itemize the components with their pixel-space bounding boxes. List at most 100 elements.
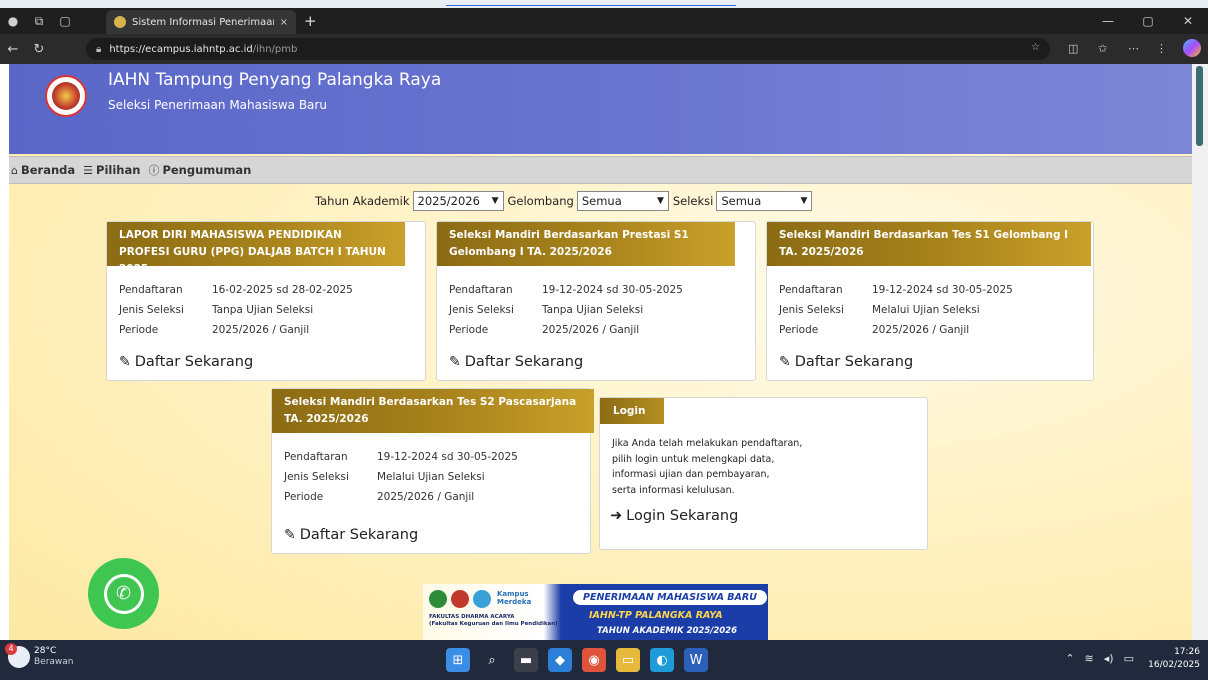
copilot-taskbar-icon[interactable]: ◆ [548, 648, 572, 672]
clock[interactable]: 17:26 16/02/2025 [1148, 646, 1200, 672]
menu-icon[interactable]: ⋮ [1156, 42, 1167, 55]
start-icon[interactable]: ⊞ [446, 648, 470, 672]
daftar-sekarang-button[interactable]: ✎ Daftar Sekarang [449, 354, 583, 370]
new-tab-button[interactable]: + [304, 12, 317, 30]
daftar-label: Daftar Sekarang [464, 354, 584, 370]
split-screen-icon[interactable]: ◫ [1068, 42, 1078, 55]
login-line: pilih login untuk melengkapi data, [612, 453, 775, 465]
back-icon[interactable]: ← [0, 42, 26, 57]
battery-icon[interactable]: ▭ [1124, 652, 1134, 665]
workspaces-icon[interactable]: ⧉ [26, 8, 52, 34]
institution-logo [45, 75, 87, 117]
tab-actions-icon[interactable]: ▢ [52, 8, 78, 34]
tahun-value: 2025/2026 [417, 194, 480, 208]
word-icon[interactable]: W [684, 648, 708, 672]
chrome-icon[interactable]: ◉ [582, 648, 606, 672]
banner-pmb: PENERIMAAN MAHASISWA BARU [573, 590, 767, 605]
seleksi-select[interactable]: Semua ▼ [716, 191, 813, 211]
tab-favicon-icon [114, 16, 126, 28]
jenis-label: Jenis Seleksi [284, 471, 349, 483]
login-line: informasi ujian dan pembayaran, [612, 469, 770, 480]
periode-label: Periode [119, 324, 159, 336]
tahun-select[interactable]: 2025/2026 ▼ [412, 191, 504, 211]
login-description: Jika Anda telah melakukan pendaftaran, p… [612, 436, 802, 498]
task-view-icon[interactable]: ▬ [514, 648, 538, 672]
address-bar[interactable]: 🔒︎ https://ecampus.iahntp.ac.id /ihn/pmb… [86, 38, 1050, 60]
faculty-subname: (Fakultas Keguruan dan Ilmu Pendidikan) [429, 621, 558, 627]
weather-condition: Berawan [34, 657, 74, 667]
page-scrollbar[interactable] [1192, 64, 1208, 640]
daftar-label: Daftar Sekarang [299, 527, 419, 543]
pendaftaran-value: 19-12-2024 sd 30-05-2025 [377, 451, 518, 463]
windows-taskbar: 4 28°C Berawan ⊞ ⌕ ▬ ◆ ◉ ▭ ◐ W ⌃ ≋ ◂) ▭ … [0, 640, 1208, 680]
weather-icon: 4 [5, 643, 30, 668]
banner-faculty: FAKULTAS DHARMA ACARYA (Fakultas Kegurua… [429, 614, 569, 628]
url-host: https://ecampus.iahntp.ac.id [109, 43, 253, 55]
tab-close-icon[interactable]: × [280, 17, 288, 28]
iahn-logo-icon [451, 590, 469, 608]
login-sekarang-button[interactable]: ➜ Login Sekarang [610, 508, 738, 524]
whatsapp-button[interactable]: ✆ [88, 558, 159, 629]
jenis-label: Jenis Seleksi [449, 304, 514, 316]
jenis-value: Melalui Ujian Seleksi [377, 471, 485, 483]
login-card: Login Jika Anda telah melakukan pendafta… [599, 397, 928, 550]
search-icon[interactable]: ⌕ [480, 648, 504, 672]
menu-item-pengumuman[interactable]: ⓘ Pengumuman [148, 162, 251, 178]
card-details: Pendaftaran 16-02-2025 sd 28-02-2025 Jeni… [119, 280, 353, 340]
kemenag-logo-icon [429, 590, 447, 608]
jenis-value: Tanpa Ujian Seleksi [542, 304, 644, 316]
url-path: /ihn/pmb [252, 43, 298, 55]
faculty-name: FAKULTAS DHARMA ACARYA [429, 614, 515, 620]
chevron-up-icon[interactable]: ⌃ [1065, 652, 1074, 665]
daftar-sekarang-button[interactable]: ✎ Daftar Sekarang [284, 527, 418, 543]
edge-icon[interactable]: ◐ [650, 648, 674, 672]
edit-icon: ✎ [284, 527, 296, 543]
login-title: Login [600, 398, 664, 424]
address-row: ← ↻ 🔒︎ https://ecampus.iahntp.ac.id /ihn… [0, 34, 1208, 64]
tab-title: Sistem Informasi Penerimaan Ma [132, 16, 274, 28]
link-fragment [446, 0, 736, 6]
daftar-sekarang-button[interactable]: ✎ Daftar Sekarang [779, 354, 913, 370]
file-explorer-icon[interactable]: ▭ [616, 648, 640, 672]
volume-icon[interactable]: ◂) [1104, 652, 1114, 665]
daftar-sekarang-button[interactable]: ✎ Daftar Sekarang [119, 354, 253, 370]
banner-logos: Kampus Merdeka [429, 590, 531, 608]
browser-tab[interactable]: Sistem Informasi Penerimaan Ma × [106, 10, 296, 34]
edit-icon: ✎ [119, 354, 131, 370]
minimize-icon[interactable]: — [1088, 8, 1128, 34]
copilot-icon[interactable] [1183, 39, 1201, 57]
profile-icon[interactable]: ● [0, 8, 26, 34]
filter-bar: Tahun Akademik 2025/2026 ▼ Gelombang Semu… [315, 191, 816, 211]
jenis-label: Jenis Seleksi [779, 304, 844, 316]
page-content: IAHN Tampung Penyang Palangka Raya Selek… [9, 64, 1192, 640]
lock-icon[interactable]: 🔒︎ [96, 44, 101, 55]
selection-card: LAPOR DIRI MAHASISWA PENDIDIKAN PROFESI … [106, 221, 426, 381]
selection-card: Seleksi Mandiri Berdasarkan Tes S1 Gelom… [766, 221, 1094, 381]
close-icon[interactable]: ✕ [1168, 8, 1208, 34]
date: 16/02/2025 [1148, 660, 1200, 670]
periode-label: Periode [284, 491, 324, 503]
scrollbar-thumb[interactable] [1196, 66, 1203, 146]
weather-widget[interactable]: 4 28°C Berawan [5, 643, 74, 668]
pendaftaran-label: Pendaftaran [449, 284, 513, 296]
jenis-value: Tanpa Ujian Seleksi [212, 304, 314, 316]
site-subtitle: Seleksi Penerimaan Mahasiswa Baru [108, 98, 327, 112]
pendaftaran-value: 16-02-2025 sd 28-02-2025 [212, 284, 353, 296]
daftar-label: Daftar Sekarang [134, 354, 254, 370]
menu-label: Pilihan [96, 163, 141, 177]
gelombang-select[interactable]: Semua ▼ [576, 191, 669, 211]
menu-item-pilihan[interactable]: ☰ Pilihan [83, 163, 140, 177]
maximize-icon[interactable]: ▢ [1128, 8, 1168, 34]
banner-ta: TAHUN AKADEMIK 2025/2026 [597, 626, 737, 636]
favorites-icon[interactable]: ✩ [1098, 42, 1107, 55]
collections-icon[interactable]: ⋯ [1128, 42, 1139, 55]
favorite-star-icon[interactable]: ☆ [1031, 42, 1040, 53]
wifi-icon[interactable]: ≋ [1085, 652, 1094, 665]
site-header: IAHN Tampung Penyang Palangka Raya Selek… [9, 64, 1192, 154]
periode-label: Periode [449, 324, 489, 336]
window-controls: — ▢ ✕ [1088, 8, 1208, 34]
refresh-icon[interactable]: ↻ [26, 42, 52, 57]
menu-item-beranda[interactable]: ⌂ Beranda [11, 163, 75, 177]
pendaftaran-label: Pendaftaran [779, 284, 843, 296]
main-menu: ⌂ Beranda ☰ Pilihan ⓘ Pengumuman [9, 156, 1192, 184]
